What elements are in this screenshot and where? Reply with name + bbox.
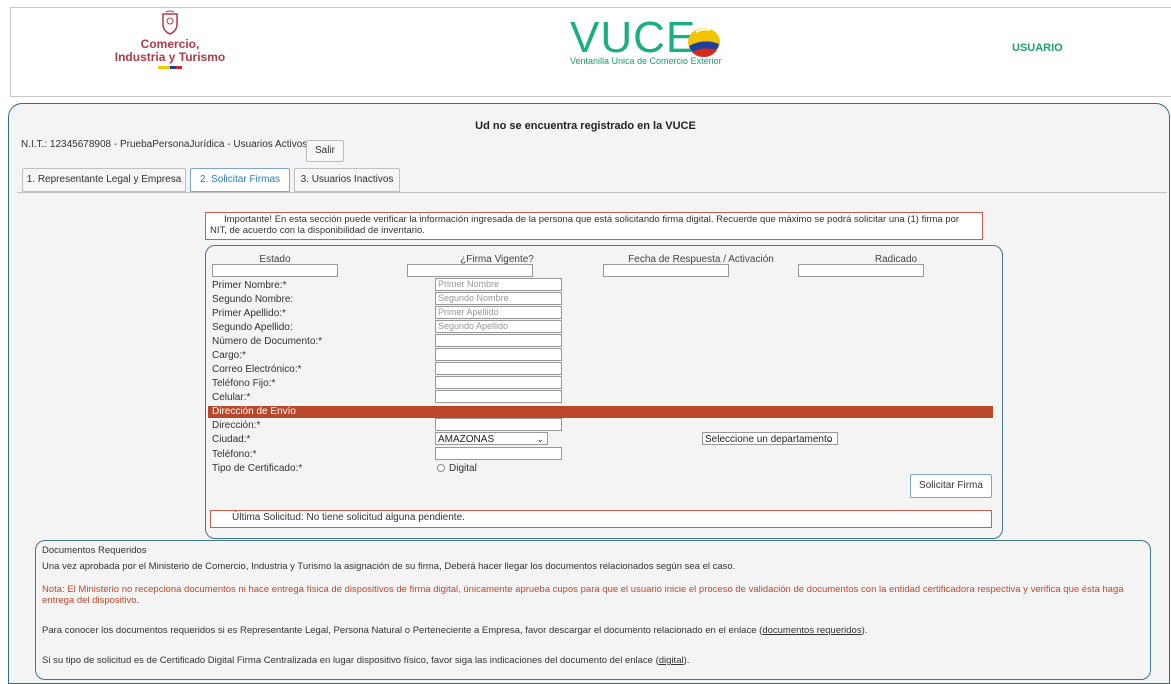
- solicitar-firma-button[interactable]: Solicitar Firma: [910, 474, 992, 498]
- salir-button[interactable]: Salir: [306, 140, 344, 162]
- page-title: Ud no se encuentra registrado en la VUCE: [475, 120, 696, 132]
- digital-link[interactable]: digital: [659, 655, 684, 666]
- tipo-digital-radio[interactable]: Digital: [437, 463, 477, 474]
- docs-line3: Para conocer los documentos requeridos s…: [42, 625, 867, 636]
- telefono-label: Teléfono:*: [212, 449, 257, 460]
- ciudad-label: Ciudad:*: [212, 434, 251, 445]
- segundo-nombre-input[interactable]: Segundo Nombre: [435, 292, 562, 305]
- user-menu[interactable]: USUARIO: [1012, 42, 1063, 54]
- correo-input[interactable]: [435, 362, 562, 375]
- segundo-apellido-label: Segundo Apellido:: [212, 322, 293, 333]
- celular-input[interactable]: [435, 390, 562, 403]
- chevron-down-icon: ⌄: [826, 434, 834, 444]
- docs-line3-end: ).: [861, 625, 868, 636]
- tab-representante-legal[interactable]: 1. Representante Legal y Empresa: [22, 168, 186, 192]
- numero-documento-input[interactable]: [435, 334, 562, 347]
- docs-line3-text: Para conocer los documentos requeridos s…: [42, 625, 763, 636]
- flag-stripe: [158, 66, 182, 69]
- notice-text: Importante! En esta sección puede verifi…: [210, 214, 960, 236]
- docs-note: Nota: El Ministerio no recepciona docume…: [42, 584, 1124, 606]
- cargo-label: Cargo:*: [212, 350, 246, 361]
- telefono-input[interactable]: [435, 447, 562, 460]
- chevron-down-icon: ⌄: [536, 434, 544, 444]
- ministry-logo[interactable]: Comercio, Industria y Turismo: [100, 10, 240, 69]
- docs-title: Documentos Requeridos: [42, 545, 147, 556]
- vuce-globe-icon: [682, 24, 726, 60]
- radicado-field[interactable]: [798, 264, 924, 277]
- segundo-apellido-input[interactable]: Segundo Apellido: [435, 320, 562, 333]
- docs-line4-text: Si su tipo de solicitud es de Certificad…: [42, 655, 659, 666]
- ministry-name-line2: Industria y Turismo: [114, 50, 226, 64]
- tipo-certificado-label: Tipo de Certificado:*: [212, 463, 303, 474]
- telefono-fijo-label: Teléfono Fijo:*: [212, 378, 276, 389]
- fecha-respuesta-field[interactable]: [603, 264, 729, 277]
- direccion-input[interactable]: [435, 418, 562, 431]
- important-notice: Importante! En esta sección puede verifi…: [205, 212, 983, 240]
- tab-usuarios-inactivos[interactable]: 3. Usuarios Inactivos: [294, 168, 400, 192]
- radio-icon: [437, 464, 445, 473]
- numero-documento-label: Número de Documento:*: [212, 336, 323, 347]
- segundo-nombre-label: Segundo Nombre:: [212, 294, 294, 305]
- coat-of-arms-icon: [157, 10, 183, 36]
- celular-label: Celular:*: [212, 392, 251, 403]
- primer-nombre-input[interactable]: Primer Nombre: [435, 278, 562, 291]
- direccion-envio-header: Dirección de Envío: [208, 406, 993, 418]
- departamento-value: Seleccione un departamento: [705, 434, 833, 445]
- estado-field[interactable]: [212, 264, 338, 277]
- primer-apellido-label: Primer Apellido:*: [212, 308, 286, 319]
- ciudad-value: AMAZONAS: [438, 434, 495, 445]
- documentos-requeridos-link[interactable]: documentos requeridos: [762, 625, 861, 636]
- tipo-digital-label: Digital: [449, 463, 477, 474]
- docs-line4-end: ).: [683, 655, 690, 666]
- primer-nombre-label: Primer Nombre:*: [212, 280, 287, 291]
- primer-apellido-input[interactable]: Primer Apellido: [435, 306, 562, 319]
- docs-line4: Si su tipo de solicitud es de Certificad…: [42, 655, 689, 666]
- telefono-fijo-input[interactable]: [435, 376, 562, 389]
- correo-label: Correo Electrónico:*: [212, 364, 302, 375]
- ciudad-select[interactable]: AMAZONAS ⌄: [435, 432, 548, 445]
- tab-solicitar-firmas[interactable]: 2. Solicitar Firmas: [190, 168, 290, 192]
- docs-line1: Una vez aprobada por el Ministerio de Co…: [42, 561, 736, 572]
- firma-vigente-field[interactable]: [407, 264, 533, 277]
- departamento-select[interactable]: Seleccione un departamento ⌄: [702, 432, 838, 445]
- direccion-label: Dirección:*: [212, 420, 261, 431]
- signature-form-box: [205, 245, 1003, 539]
- ultima-solicitud: Última Solicitud: No tiene solicitud alg…: [210, 510, 992, 528]
- nit-info: N.I.T.: 12345678908 - PruebaPersonaJuríd…: [21, 139, 319, 150]
- cargo-input[interactable]: [435, 348, 562, 361]
